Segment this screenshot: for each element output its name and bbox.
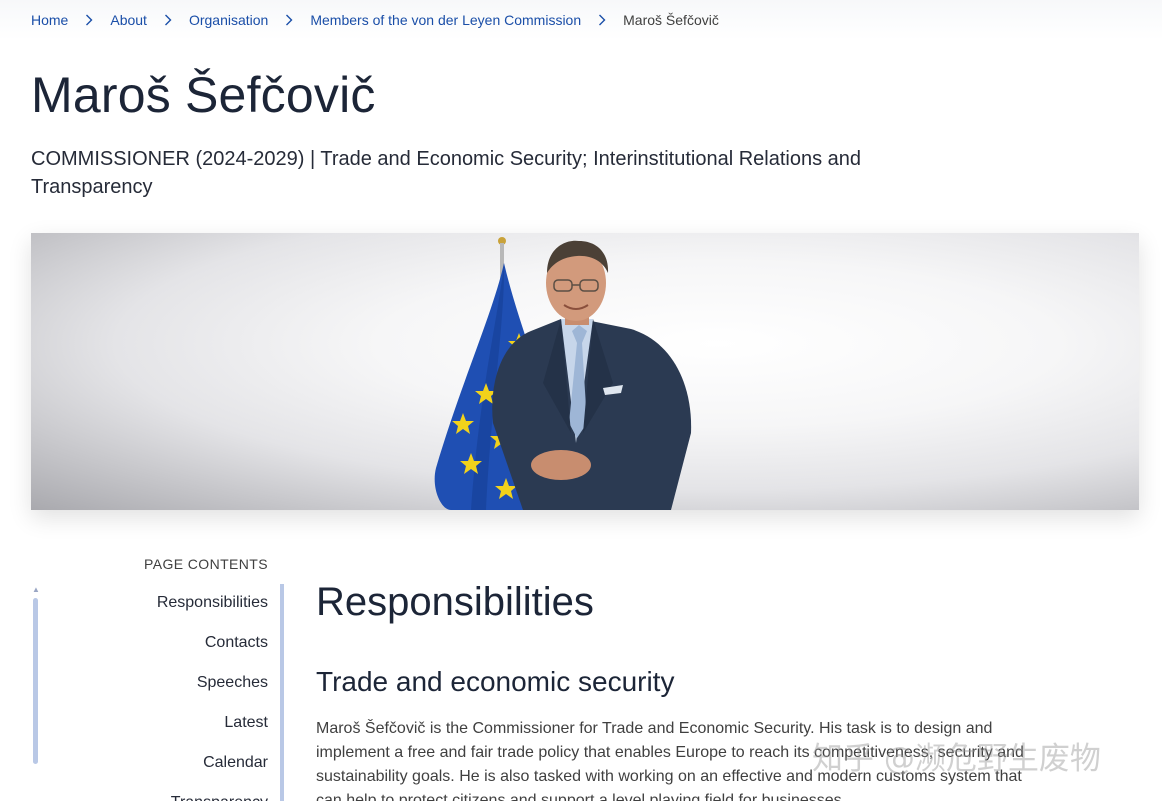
toc-item-responsibilities[interactable]: Responsibilities xyxy=(60,584,268,624)
toc-item-latest[interactable]: Latest xyxy=(60,704,268,744)
chevron-right-icon xyxy=(282,13,296,27)
page-subtitle: COMMISSIONER (2024-2029) | Trade and Eco… xyxy=(31,148,862,198)
toc-item-contacts[interactable]: Contacts xyxy=(60,624,268,664)
chevron-right-icon xyxy=(161,13,175,27)
page: Home About Organisation Members of the v… xyxy=(0,0,1162,801)
breadcrumb-current: Maroš Šefčovič xyxy=(623,12,719,28)
breadcrumb-link-members[interactable]: Members of the von der Leyen Commission xyxy=(310,12,581,28)
breadcrumb-link-home[interactable]: Home xyxy=(31,12,68,28)
page-contents-heading: PAGE CONTENTS xyxy=(144,556,268,572)
hero-banner xyxy=(31,233,1139,510)
scrollbar-thumb[interactable] xyxy=(33,598,38,764)
toc-item-calendar[interactable]: Calendar xyxy=(60,744,268,784)
toc-item-speeches[interactable]: Speeches xyxy=(60,664,268,704)
toc-item-transparency[interactable]: Transparency xyxy=(60,784,268,801)
responsibilities-paragraph: Maroš Šefčovič is the Commissioner for T… xyxy=(316,720,1024,801)
breadcrumb-link-about[interactable]: About xyxy=(110,12,147,28)
page-title: Maroš Šefčovič xyxy=(31,67,376,123)
toc-rail xyxy=(280,584,284,801)
breadcrumb: Home About Organisation Members of the v… xyxy=(0,0,1162,40)
portrait-photo xyxy=(434,237,692,510)
chevron-right-icon xyxy=(595,13,609,27)
toc-scrollbar[interactable]: ▲ xyxy=(32,586,40,768)
breadcrumb-link-organisation[interactable]: Organisation xyxy=(189,12,268,28)
section-title: Responsibilities xyxy=(316,580,594,624)
caret-up-icon[interactable]: ▲ xyxy=(32,586,40,594)
subsection-title: Trade and economic security xyxy=(316,666,675,697)
chevron-right-icon xyxy=(82,13,96,27)
page-contents-list: Responsibilities Contacts Speeches Lates… xyxy=(60,584,268,801)
